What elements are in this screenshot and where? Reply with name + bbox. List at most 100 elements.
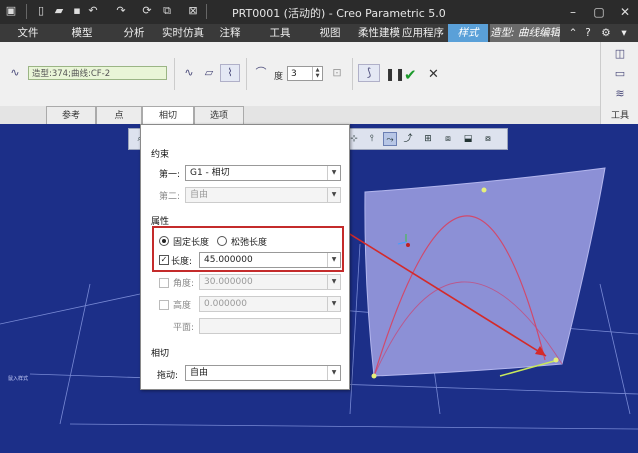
first-label: 第一: (159, 170, 181, 180)
tab-tangent[interactable]: 相切 (142, 106, 194, 126)
cancel-icon[interactable]: ✕ (428, 67, 439, 82)
datum-plane-line (69, 423, 638, 430)
tool-icon-3[interactable]: ≋ (611, 86, 629, 102)
datum-plane-line (59, 283, 91, 425)
maximize-icon[interactable]: ▢ (586, 2, 612, 22)
undo-icon[interactable]: ↶ (86, 4, 100, 18)
degree-label: 度 (274, 72, 284, 82)
tab-tools[interactable]: 工具 (262, 24, 298, 42)
tab-references[interactable]: 参考 (46, 106, 96, 124)
first-constraint-select[interactable]: G1 - 相切 ▼ (185, 165, 341, 181)
curve-icon: ∿ (10, 66, 20, 79)
constraint-header: 约束 (151, 150, 170, 160)
tab-style[interactable]: 样式 (448, 24, 488, 42)
chevron-up-icon[interactable]: ⌃ (566, 24, 580, 42)
ribbon-tab-bar: 文件 模型 分析 实时仿真 注释 工具 视图 柔性建模 应用程序 样式 造型: … (0, 24, 638, 42)
pause-icon[interactable]: ❚❚ (385, 67, 405, 81)
chevron-down-icon: ▼ (327, 366, 340, 380)
settings-icon[interactable]: ⚙ (598, 24, 614, 42)
angle-label: 角度: (173, 279, 195, 289)
control-points-icon[interactable]: ⌒ (252, 65, 270, 81)
axis-display-icon[interactable]: ⫯ (365, 132, 379, 146)
cos-curve-icon[interactable]: ⌇ (220, 64, 240, 82)
tab-file[interactable]: 文件 (6, 24, 50, 42)
free-curve-icon[interactable]: ∿ (180, 65, 198, 81)
first-constraint-value: G1 - 相切 (190, 168, 230, 178)
drag-label: 拖动: (157, 371, 179, 381)
help-icon[interactable]: ? (580, 24, 596, 42)
height-checkbox[interactable] (159, 300, 169, 310)
tangent-header: 相切 (151, 349, 170, 359)
degree-stepper[interactable]: 3 ▲ ▼ (287, 66, 323, 81)
windows-icon[interactable]: ⧉ (160, 4, 174, 18)
app-logo-icon: ▣ (5, 4, 17, 17)
close-window-icon[interactable]: ⊠ (186, 4, 200, 18)
tab-flexible-modeling[interactable]: 柔性建模 (354, 24, 404, 42)
analysis-curve-icon[interactable]: ⟆ (358, 64, 380, 82)
dropdown-icon[interactable]: ▾ (616, 24, 632, 42)
chevron-down-icon: ▼ (327, 275, 340, 289)
datum-plane-line (599, 283, 631, 415)
open-folder-icon[interactable]: ▰ (52, 4, 66, 18)
height-label: 高度 (173, 301, 192, 311)
drag-value: 自由 (190, 368, 209, 378)
datum-plane-line (349, 243, 361, 415)
tab-curve-edit[interactable]: 造型: 曲线编辑 (490, 24, 560, 42)
surface (364, 167, 606, 377)
angle-input[interactable]: 30.000000 ▼ (199, 274, 341, 290)
control-point[interactable] (553, 357, 559, 363)
degree-value: 3 (291, 69, 297, 79)
plane-icon[interactable]: ⧈ (441, 132, 455, 146)
minimize-icon[interactable]: – (560, 2, 586, 22)
second-constraint-value: 自由 (190, 190, 209, 200)
second-label: 第二: (159, 192, 181, 202)
orient-icon[interactable]: ⧇ (481, 132, 495, 146)
viewport-status-label: 鼠入样式 (8, 376, 29, 382)
tab-options[interactable]: 选项 (194, 106, 244, 124)
tab-points[interactable]: 点 (96, 106, 142, 124)
view-icon[interactable]: ⬓ (461, 132, 475, 146)
title-bar: ▣ ▯ ▰ ▪ ↶ ↷ ⟳ ⧉ ⊠ PRT0001 (活动的) - Creo P… (0, 0, 638, 24)
tools-label: 工具 (610, 111, 629, 121)
curvature-icon[interactable]: ⤴ (401, 132, 415, 146)
grid-icon[interactable]: ⊞ (421, 132, 435, 146)
control-point[interactable] (481, 187, 487, 193)
divider (352, 58, 353, 90)
plane-input[interactable] (199, 318, 341, 334)
new-file-icon[interactable]: ▯ (34, 4, 48, 18)
tab-simulation[interactable]: 实时仿真 (158, 24, 208, 42)
tab-applications[interactable]: 应用程序 (400, 24, 446, 42)
highlight-box (152, 226, 344, 272)
curve-display-icon[interactable]: ⤳ (383, 132, 397, 146)
close-icon[interactable]: ✕ (612, 2, 638, 22)
redo-icon[interactable]: ↷ (114, 4, 128, 18)
divider (246, 58, 247, 90)
tool-icon-1[interactable]: ◫ (611, 46, 629, 62)
height-input[interactable]: 0.000000 ▼ (199, 296, 341, 312)
chevron-down-icon: ▼ (327, 297, 340, 311)
save-icon[interactable]: ▪ (70, 4, 84, 18)
angle-checkbox[interactable] (159, 278, 169, 288)
chevron-down-icon: ▼ (327, 188, 340, 202)
drag-select[interactable]: 自由 ▼ (185, 365, 341, 381)
height-value: 0.000000 (204, 299, 247, 309)
window-title: PRT0001 (活动的) - Creo Parametric 5.0 (232, 7, 446, 20)
control-point[interactable] (371, 373, 377, 379)
chevron-down-icon: ▼ (327, 166, 340, 180)
divider (174, 58, 175, 90)
tool-icon-2[interactable]: ▭ (611, 66, 629, 82)
entity-field[interactable]: 造型:374;曲线:CF-2 (28, 66, 167, 80)
confirm-icon[interactable]: ✔ (404, 66, 417, 84)
plane-curve-icon[interactable]: ▱ (200, 65, 218, 81)
options-icon[interactable]: ⊡ (328, 65, 346, 81)
tab-model[interactable]: 模型 (58, 24, 106, 42)
tab-annotate[interactable]: 注释 (212, 24, 248, 42)
tab-analysis[interactable]: 分析 (112, 24, 156, 42)
plane-label: 平面: (173, 323, 195, 333)
regenerate-icon[interactable]: ⟳ (140, 4, 154, 18)
stepper-arrows-icon[interactable]: ▲ ▼ (312, 67, 322, 80)
tab-view[interactable]: 视图 (312, 24, 348, 42)
second-constraint-select[interactable]: 自由 ▼ (185, 187, 341, 203)
divider (206, 4, 207, 19)
divider (26, 4, 27, 19)
